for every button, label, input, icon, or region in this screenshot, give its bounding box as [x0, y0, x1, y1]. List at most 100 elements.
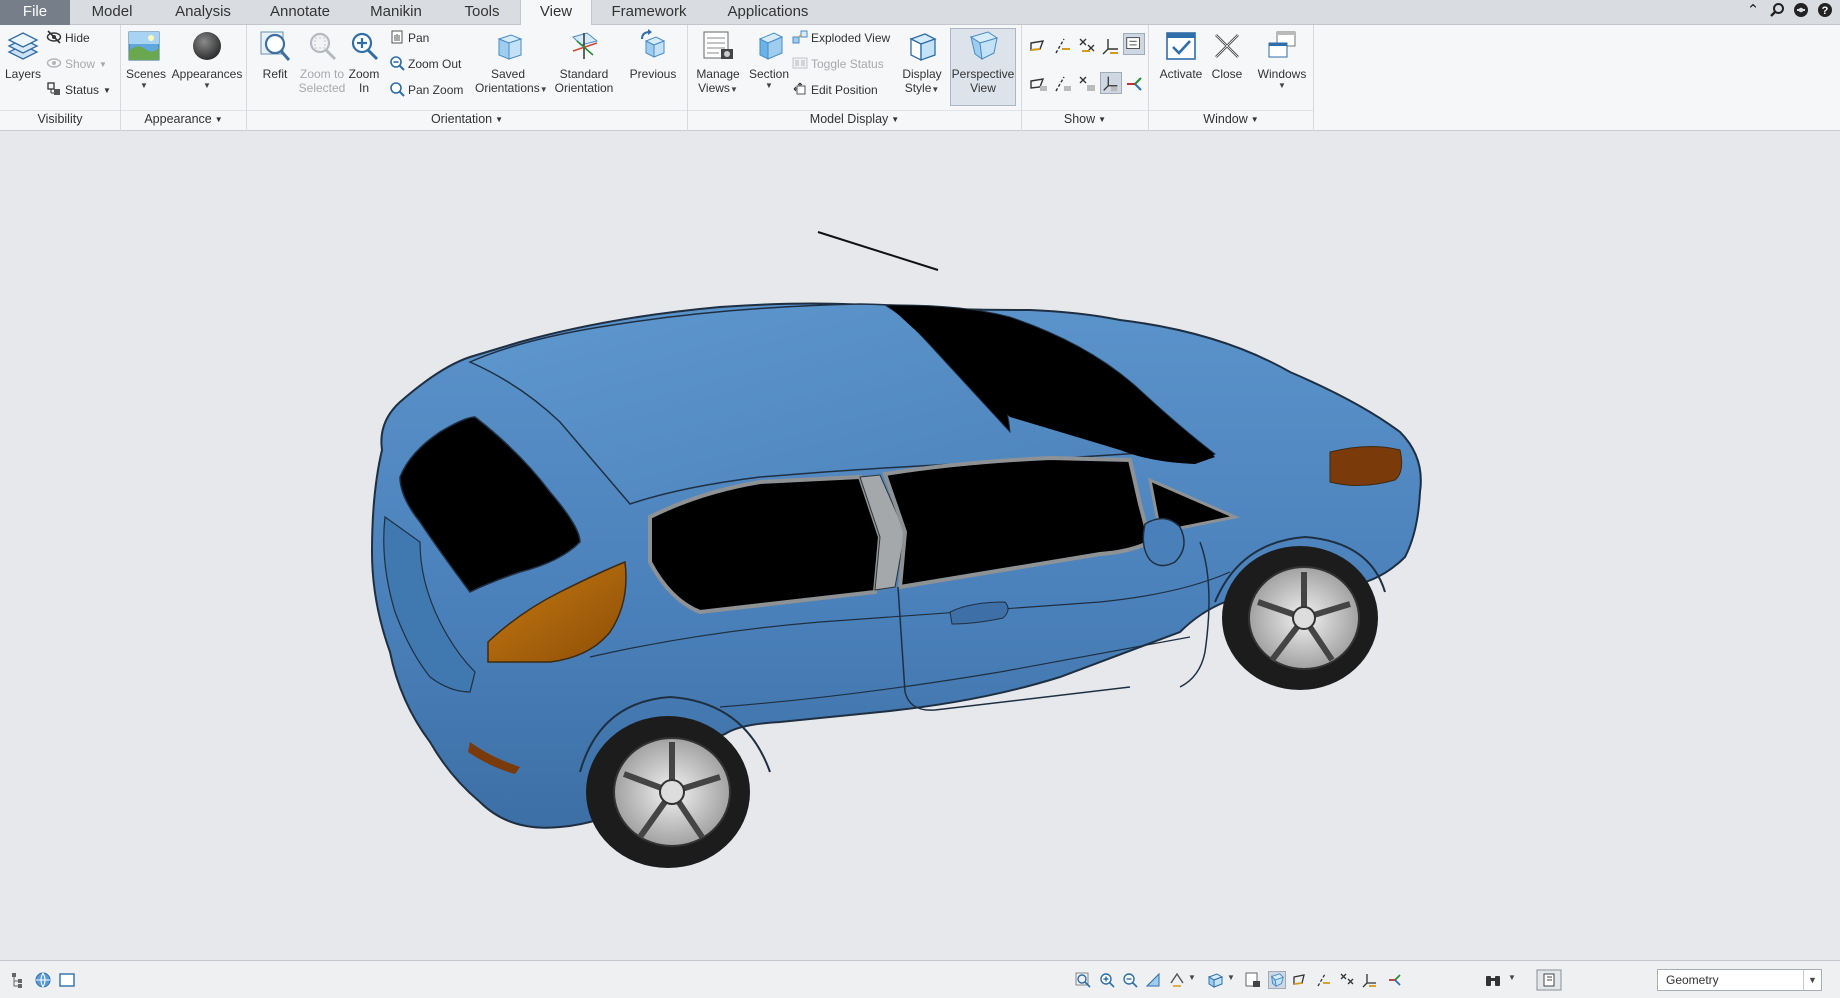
edit-position-button[interactable]: Edit Position — [792, 80, 878, 100]
chevron-down-icon[interactable]: ▼ — [1227, 973, 1235, 982]
tab-annotate[interactable]: Annotate — [254, 0, 346, 25]
tab-model[interactable]: Model — [72, 0, 152, 25]
status-saved-views-icon[interactable] — [1206, 971, 1224, 989]
scenes-button[interactable]: Scenes ▼ — [126, 29, 166, 90]
group-label-visibility[interactable]: Visibility — [0, 111, 120, 127]
car-model[interactable] — [0, 132, 1840, 960]
selection-filter-icon[interactable] — [1536, 969, 1562, 991]
plane-display-button[interactable] — [1028, 35, 1050, 57]
tab-applications[interactable]: Applications — [706, 0, 830, 25]
group-label-orientation[interactable]: Orientation ▼ — [247, 111, 687, 127]
full-screen-icon[interactable] — [58, 971, 76, 989]
zoom-to-selected-button[interactable]: Zoom to Selected — [294, 29, 350, 95]
status-zoom-out-icon[interactable] — [1121, 971, 1139, 989]
chevron-down-icon[interactable]: ▼ — [1803, 970, 1821, 990]
svg-text:?: ? — [1822, 5, 1829, 17]
tab-tools[interactable]: Tools — [446, 0, 518, 25]
status-plane-display-icon[interactable] — [1292, 971, 1310, 989]
help-icon[interactable]: ? — [1816, 2, 1834, 20]
status-zoom-in-icon[interactable] — [1098, 971, 1116, 989]
tab-analysis[interactable]: Analysis — [158, 0, 248, 25]
zoom-in-button[interactable]: Zoom In — [346, 29, 382, 95]
show-button[interactable]: Show ▼ — [46, 54, 107, 74]
section-button[interactable]: Section ▼ — [744, 29, 794, 90]
annotation-display-icon — [1126, 37, 1140, 49]
status-perspective-icon[interactable] — [1268, 971, 1286, 989]
saved-orientations-label-1: Saved — [490, 67, 526, 81]
appearances-button[interactable]: Appearances ▼ — [171, 29, 243, 90]
standard-orientation-label-2: Orientation — [554, 81, 614, 95]
windows-button[interactable]: Windows ▼ — [1255, 29, 1309, 90]
status-spin-center-icon[interactable] — [1386, 971, 1404, 989]
car-side-mirror[interactable] — [1142, 518, 1185, 567]
collaboration-icon[interactable] — [1792, 2, 1810, 20]
display-style-button[interactable]: Display Style▼ — [900, 29, 944, 95]
chevron-down-icon[interactable]: ▼ — [1508, 973, 1516, 982]
chevron-down-icon: ▼ — [891, 115, 900, 124]
group-label-model-display[interactable]: Model Display ▼ — [688, 111, 1021, 127]
status-bar: ▼ ▼ ▼ Geometry ▼ — [0, 960, 1840, 998]
chevron-up-icon[interactable]: ⌃ — [1744, 2, 1762, 20]
axis-tag-display-icon — [1055, 76, 1071, 92]
status-button[interactable]: Status ▼ — [46, 80, 111, 100]
status-manage-views-icon[interactable] — [1244, 971, 1262, 989]
close-window-button[interactable]: Close — [1205, 29, 1249, 81]
selection-filter-value: Geometry — [1666, 973, 1719, 987]
refit-button[interactable]: Refit — [255, 29, 295, 81]
chevron-down-icon[interactable]: ▼ — [1188, 973, 1196, 982]
zoom-out-button[interactable]: Zoom Out — [389, 54, 461, 74]
perspective-view-label-1: Perspective — [951, 67, 1015, 81]
tab-framework[interactable]: Framework — [598, 0, 700, 25]
orientation-label: Orientation — [430, 112, 493, 126]
axis-display-button[interactable] — [1052, 35, 1074, 57]
tab-manikin[interactable]: Manikin — [352, 0, 440, 25]
tab-view[interactable]: View — [520, 0, 592, 26]
find-binoculars-icon[interactable] — [1484, 971, 1502, 989]
hide-button[interactable]: Hide — [46, 28, 90, 48]
graphics-viewport[interactable] — [0, 132, 1840, 960]
status-refit-icon[interactable] — [1074, 971, 1092, 989]
pan-hand-icon — [391, 30, 403, 44]
status-axis-display-icon[interactable] — [1315, 971, 1333, 989]
spin-center-display-button[interactable] — [1123, 73, 1145, 95]
group-label-appearance[interactable]: Appearance ▼ — [121, 111, 246, 127]
status-label: Status — [65, 83, 100, 97]
status-orientation-icon[interactable] — [1168, 971, 1186, 989]
toggle-status-button[interactable]: Toggle Status — [792, 54, 884, 74]
model-tree-icon[interactable] — [10, 971, 28, 989]
status-point-display-icon[interactable] — [1338, 971, 1356, 989]
car-rear-wheel[interactable] — [586, 716, 750, 868]
axis-tag-display-button[interactable] — [1052, 73, 1074, 95]
browser-icon[interactable] — [34, 971, 52, 989]
point-tag-display-button[interactable] — [1076, 73, 1098, 95]
previous-button[interactable]: Previous — [625, 29, 681, 81]
point-display-button[interactable] — [1076, 35, 1098, 57]
group-label-show[interactable]: Show ▼ — [1022, 111, 1148, 127]
csys-tag-display-button[interactable] — [1100, 72, 1122, 94]
selection-filter-dropdown[interactable]: Geometry ▼ — [1657, 969, 1822, 991]
saved-orientations-button[interactable]: Saved Orientations▼ — [475, 29, 548, 95]
status-csys-display-icon[interactable] — [1361, 971, 1379, 989]
manage-views-button[interactable]: Manage Views▼ — [693, 29, 743, 95]
layers-button[interactable]: Layers — [4, 29, 42, 81]
group-label-window[interactable]: Window ▼ — [1149, 111, 1313, 127]
standard-orientation-icon — [572, 32, 599, 59]
annotation-display-button[interactable] — [1123, 33, 1145, 55]
tab-file[interactable]: File — [0, 0, 70, 25]
car-front-wheel[interactable] — [1222, 546, 1378, 690]
chevron-down-icon: ▼ — [495, 115, 504, 124]
pan-button[interactable]: Pan — [389, 28, 429, 48]
perspective-view-button[interactable]: Perspective View — [950, 28, 1016, 106]
pan-zoom-button[interactable]: Pan Zoom — [389, 80, 463, 100]
csys-display-button[interactable] — [1100, 35, 1122, 57]
zoom-to-selected-label-1: Zoom to — [299, 67, 344, 81]
plane-tag-display-button[interactable] — [1028, 73, 1050, 95]
group-orientation: Refit Zoom to Selected Zoom In Pan Zoom … — [247, 25, 688, 131]
activate-button[interactable]: Activate — [1155, 29, 1207, 81]
status-repaint-icon[interactable] — [1144, 971, 1162, 989]
exploded-view-button[interactable]: Exploded View — [792, 28, 890, 48]
search-icon[interactable] — [1768, 2, 1786, 20]
standard-orientation-button[interactable]: Standard Orientation — [553, 29, 615, 95]
toggle-status-icon — [792, 57, 808, 69]
chevron-down-icon: ▼ — [1250, 115, 1259, 124]
